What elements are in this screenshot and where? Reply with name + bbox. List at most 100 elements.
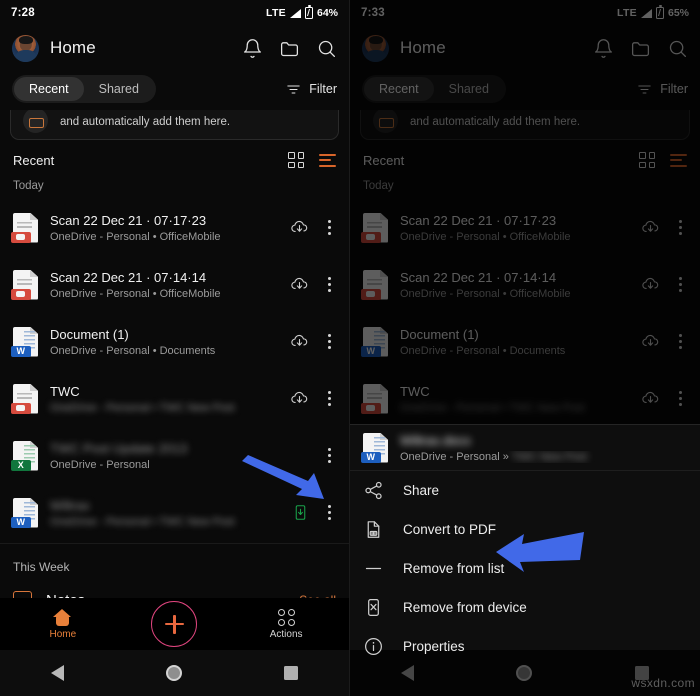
android-back-button[interactable] <box>51 665 64 681</box>
download-cloud-icon[interactable] <box>290 218 309 237</box>
tab-row: Recent Shared Filter <box>350 70 700 108</box>
file-overflow-menu-button[interactable] <box>672 218 688 238</box>
file-overflow-menu-button[interactable] <box>321 332 337 352</box>
list-view-icon[interactable] <box>670 153 687 167</box>
file-overflow-menu-button[interactable] <box>672 275 688 295</box>
folder-icon[interactable] <box>279 38 300 59</box>
android-recents-button[interactable] <box>284 666 298 680</box>
tab-recent[interactable]: Recent <box>364 77 434 101</box>
file-list-item[interactable]: Scan 22 Dec 21 · 07·14·14 OneDrive - Pers… <box>0 256 349 313</box>
promo-card-peek[interactable]: and automatically add them here. <box>10 110 339 140</box>
promo-icon <box>373 110 398 133</box>
file-type-icon-word <box>11 497 38 528</box>
context-menu-label: Remove from list <box>403 561 505 576</box>
saved-to-device-icon[interactable] <box>292 503 309 522</box>
android-home-button[interactable] <box>166 665 182 681</box>
filter-label: Filter <box>660 82 688 96</box>
file-overflow-menu-button[interactable] <box>672 389 688 409</box>
file-list-item[interactable]: Wiltrax OneDrive - Personal • TWC New Pos… <box>0 484 349 541</box>
file-list-item[interactable]: TWC OneDrive - Personal • TWC New Post <box>350 370 700 427</box>
file-list-item[interactable]: Scan 22 Dec 21 · 07·17·23 OneDrive - Pers… <box>0 199 349 256</box>
android-back-button[interactable] <box>401 665 415 681</box>
left-panel-home-screen: 7:28 LTE 64% Home Recent Shared Filter a… <box>0 0 350 696</box>
file-row-actions <box>641 389 691 409</box>
tab-recent[interactable]: Recent <box>14 77 84 101</box>
file-location: OneDrive - Personal • OfficeMobile <box>400 287 571 300</box>
file-location: OneDrive - Personal • TWC New Post <box>50 515 235 528</box>
user-avatar[interactable] <box>12 34 39 62</box>
screenshot-stage: 7:28 LTE 64% Home Recent Shared Filter a… <box>0 0 700 696</box>
segmented-control: Recent Shared <box>12 75 156 103</box>
file-location: OneDrive - Personal • TWC New Post <box>400 401 585 414</box>
search-icon[interactable] <box>316 38 337 59</box>
file-type-icon-pdf <box>11 212 38 243</box>
file-location: OneDrive - Personal • OfficeMobile <box>400 230 571 243</box>
file-overflow-menu-button[interactable] <box>321 275 337 295</box>
file-overflow-menu-button[interactable] <box>672 332 688 352</box>
bell-icon[interactable] <box>593 38 614 59</box>
status-bar: 7:28 LTE 64% <box>0 0 349 26</box>
file-overflow-menu-button[interactable] <box>321 389 337 409</box>
grid-view-icon[interactable] <box>639 152 655 168</box>
context-menu-item[interactable]: Remove from list <box>350 549 700 588</box>
promo-text: and automatically add them here. <box>410 115 581 128</box>
file-name: Scan 22 Dec 21 · 07·17·23 <box>400 212 557 228</box>
file-list-item[interactable]: TWC Post Update 2013 OneDrive - Personal <box>0 427 349 484</box>
search-icon[interactable] <box>667 38 688 59</box>
android-home-button[interactable] <box>516 665 533 681</box>
actions-icon <box>277 608 295 626</box>
download-cloud-icon[interactable] <box>641 218 660 237</box>
context-menu-item[interactable]: Convert to PDF <box>350 510 700 549</box>
nav-item-home[interactable]: Home <box>26 608 100 640</box>
tab-shared[interactable]: Shared <box>84 77 154 101</box>
tab-shared[interactable]: Shared <box>434 77 504 101</box>
add-button[interactable] <box>151 601 198 647</box>
user-avatar[interactable] <box>362 34 389 62</box>
download-cloud-icon[interactable] <box>290 332 309 351</box>
download-cloud-icon[interactable] <box>290 389 309 408</box>
nav-label-actions: Actions <box>269 628 303 640</box>
download-cloud-icon[interactable] <box>290 275 309 294</box>
bell-icon[interactable] <box>242 38 263 59</box>
filter-button[interactable]: Filter <box>285 81 337 98</box>
file-row-actions <box>290 389 340 409</box>
info-icon <box>365 638 382 655</box>
file-list-item[interactable]: Document (1) OneDrive - Personal • Docume… <box>0 313 349 370</box>
nav-item-actions[interactable]: Actions <box>249 608 323 640</box>
file-list-item[interactable]: TWC OneDrive - Personal • TWC New Post <box>0 370 349 427</box>
grid-view-icon[interactable] <box>288 152 304 168</box>
status-indicators: LTE 64% <box>266 5 338 19</box>
file-type-icon-pdf <box>11 383 38 414</box>
file-list-item[interactable]: Scan 22 Dec 21 · 07·17·23 OneDrive - Pers… <box>350 199 700 256</box>
file-location: OneDrive - Personal • OfficeMobile <box>50 287 221 300</box>
app-bar: Home <box>0 26 349 70</box>
sheet-file-header: Wiltrax.docx OneDrive - Personal » TWC N… <box>350 425 700 471</box>
file-list-item[interactable]: Document (1) OneDrive - Personal • Docume… <box>350 313 700 370</box>
context-menu-item[interactable]: Properties <box>350 627 700 666</box>
promo-card-peek[interactable]: and automatically add them here. <box>360 110 690 140</box>
file-row-actions <box>292 503 340 523</box>
download-cloud-icon[interactable] <box>641 389 660 408</box>
file-row-actions <box>641 332 691 352</box>
file-overflow-menu-button[interactable] <box>321 446 337 466</box>
sheet-file-sub: OneDrive - Personal » TWC New Post <box>400 451 687 463</box>
tab-row: Recent Shared Filter <box>0 70 349 108</box>
file-name: Document (1) <box>400 326 479 342</box>
file-list-item[interactable]: Scan 22 Dec 21 · 07·14·14 OneDrive - Pers… <box>350 256 700 313</box>
file-type-icon-pdf <box>11 269 38 300</box>
context-menu-item[interactable]: Share <box>350 471 700 510</box>
filter-button[interactable]: Filter <box>636 81 688 98</box>
download-cloud-icon[interactable] <box>641 275 660 294</box>
file-overflow-menu-button[interactable] <box>321 503 337 523</box>
remove-device-icon <box>368 599 379 616</box>
folder-icon[interactable] <box>630 38 651 59</box>
list-view-icon[interactable] <box>319 153 336 167</box>
context-menu-item[interactable]: Remove from device <box>350 588 700 627</box>
download-cloud-icon[interactable] <box>641 332 660 351</box>
convert-pdf-icon <box>367 521 380 538</box>
file-row-actions <box>290 332 340 352</box>
file-location: OneDrive - Personal • TWC New Post <box>50 401 235 414</box>
file-name: Wiltrax <box>50 497 90 513</box>
day-label-today: Today <box>13 180 44 192</box>
file-overflow-menu-button[interactable] <box>321 218 337 238</box>
